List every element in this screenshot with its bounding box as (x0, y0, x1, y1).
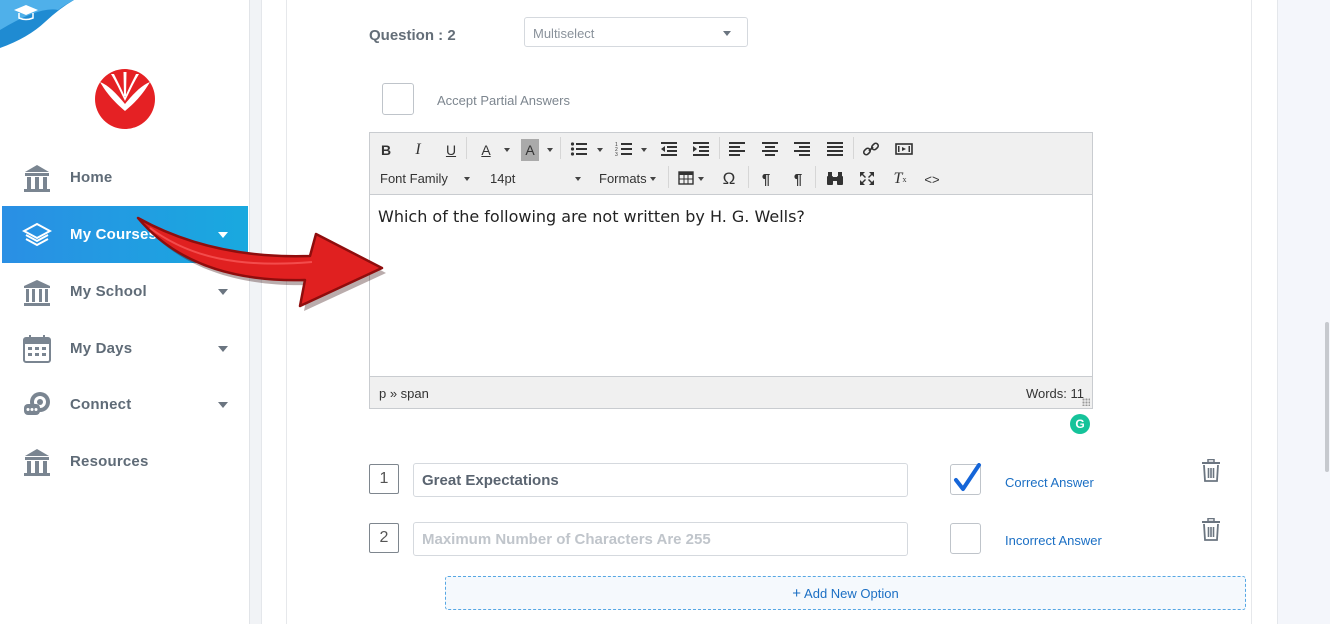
accept-partial-checkbox[interactable] (382, 83, 414, 115)
checkmark-icon (954, 463, 981, 491)
clear-formatting-icon[interactable]: Tx (890, 168, 910, 190)
editor-toolbar: B I U A A 1 2 3 Font Family 14pt Formats… (370, 133, 1092, 195)
corner-badge-icon (0, 0, 74, 48)
table-icon[interactable] (678, 171, 694, 185)
add-new-option-button[interactable]: + Add New Option (445, 576, 1246, 610)
chevron-down-icon (218, 231, 228, 238)
font-size-select[interactable]: 14pt (490, 171, 515, 186)
option-number: 2 (369, 523, 399, 553)
italic-icon[interactable]: I (408, 139, 428, 161)
find-replace-icon[interactable] (826, 171, 844, 186)
question-text: Which of the following are not written b… (378, 207, 805, 226)
layers-icon (22, 222, 52, 246)
sidebar-item-connect[interactable]: Connect (2, 376, 248, 433)
special-character-icon[interactable]: Ω (719, 168, 739, 190)
chevron-down-icon[interactable] (698, 177, 704, 181)
chevron-down-icon[interactable] (650, 177, 656, 181)
outdent-icon[interactable] (660, 141, 678, 157)
link-icon[interactable] (862, 141, 880, 157)
right-gutter (1277, 0, 1330, 624)
chevron-down-icon[interactable] (504, 148, 510, 152)
chevron-down-icon (723, 31, 731, 36)
numbered-list-icon[interactable]: 1 2 3 (615, 141, 633, 157)
chevron-down-icon[interactable] (547, 148, 553, 152)
sidebar-item-label: My Days (70, 340, 133, 357)
content-gutter (250, 0, 262, 624)
chevron-down-icon[interactable] (464, 177, 470, 181)
trash-icon[interactable] (1200, 518, 1222, 542)
brand-logo (95, 69, 155, 129)
indent-icon[interactable] (692, 141, 710, 157)
element-path[interactable]: p » span (379, 386, 429, 401)
chevron-down-icon (218, 401, 228, 408)
sidebar-item-my-school[interactable]: My School (2, 263, 248, 320)
rtl-icon[interactable]: ¶ (788, 168, 808, 190)
editor-content-area[interactable]: Which of the following are not written b… (370, 195, 1092, 434)
building-icon (24, 448, 50, 476)
option-text-input[interactable] (413, 522, 908, 556)
sidebar-item-my-days[interactable]: My Days (2, 320, 248, 377)
text-color-icon[interactable]: A (476, 139, 496, 161)
chevron-down-icon[interactable] (597, 148, 603, 152)
word-count: Words: 11 (1025, 386, 1084, 401)
add-option-label: Add New Option (804, 585, 899, 601)
sidebar-item-home[interactable]: Home (2, 149, 248, 206)
chat-icon (24, 391, 50, 415)
align-justify-icon[interactable] (826, 141, 844, 157)
align-center-icon[interactable] (761, 141, 779, 157)
building-icon (24, 164, 50, 192)
question-type-select[interactable]: Multiselect (524, 17, 748, 47)
chevron-down-icon[interactable] (641, 148, 647, 152)
correct-answer-checkbox[interactable] (950, 523, 981, 554)
bullet-list-icon[interactable] (570, 141, 588, 157)
chevron-down-icon (218, 288, 228, 295)
grammarly-icon[interactable]: G (1070, 414, 1090, 434)
fullscreen-icon[interactable] (859, 171, 875, 186)
accept-partial-label: Accept Partial Answers (437, 93, 570, 108)
question-type-value: Multiselect (533, 26, 595, 41)
school-icon (24, 279, 50, 306)
rich-text-editor: B I U A A 1 2 3 Font Family 14pt Formats… (369, 132, 1093, 434)
sidebar-item-label: Home (70, 169, 113, 186)
sidebar-item-label: Resources (70, 453, 149, 470)
chevron-down-icon[interactable] (575, 177, 581, 181)
bold-icon[interactable]: B (376, 139, 396, 161)
sidebar-item-label: My Courses (70, 226, 158, 243)
chevron-down-icon (218, 345, 228, 352)
sidebar-item-my-courses[interactable]: My Courses (2, 206, 248, 263)
align-left-icon[interactable] (728, 141, 746, 157)
sidebar-item-label: Connect (70, 396, 132, 413)
svg-text:3: 3 (615, 152, 618, 157)
source-code-icon[interactable]: <> (922, 168, 942, 190)
trash-icon[interactable] (1200, 459, 1222, 483)
media-icon[interactable] (895, 141, 913, 157)
option-status-label[interactable]: Incorrect Answer (1005, 533, 1102, 548)
underline-icon[interactable]: U (441, 139, 461, 161)
calendar-icon (23, 334, 51, 363)
scrollbar-thumb[interactable] (1325, 322, 1329, 472)
align-right-icon[interactable] (793, 141, 811, 157)
option-text-input[interactable] (413, 463, 908, 497)
question-label: Question : 2 (369, 27, 456, 44)
plus-icon: + (792, 584, 802, 602)
sidebar: Home My Courses My School My Days Connec… (0, 0, 250, 624)
editor-statusbar: p » span Words: 11 (370, 376, 1092, 408)
resize-handle[interactable] (1082, 398, 1090, 406)
ltr-icon[interactable]: ¶ (756, 168, 776, 190)
font-family-select[interactable]: Font Family (380, 171, 448, 186)
sidebar-item-label: My School (70, 283, 147, 300)
option-status-label[interactable]: Correct Answer (1005, 475, 1094, 490)
correct-answer-checkbox[interactable] (950, 463, 981, 495)
option-number: 1 (369, 464, 399, 494)
formats-select[interactable]: Formats (599, 171, 647, 186)
background-color-icon[interactable]: A (521, 139, 539, 161)
sidebar-item-resources[interactable]: Resources (2, 433, 248, 490)
